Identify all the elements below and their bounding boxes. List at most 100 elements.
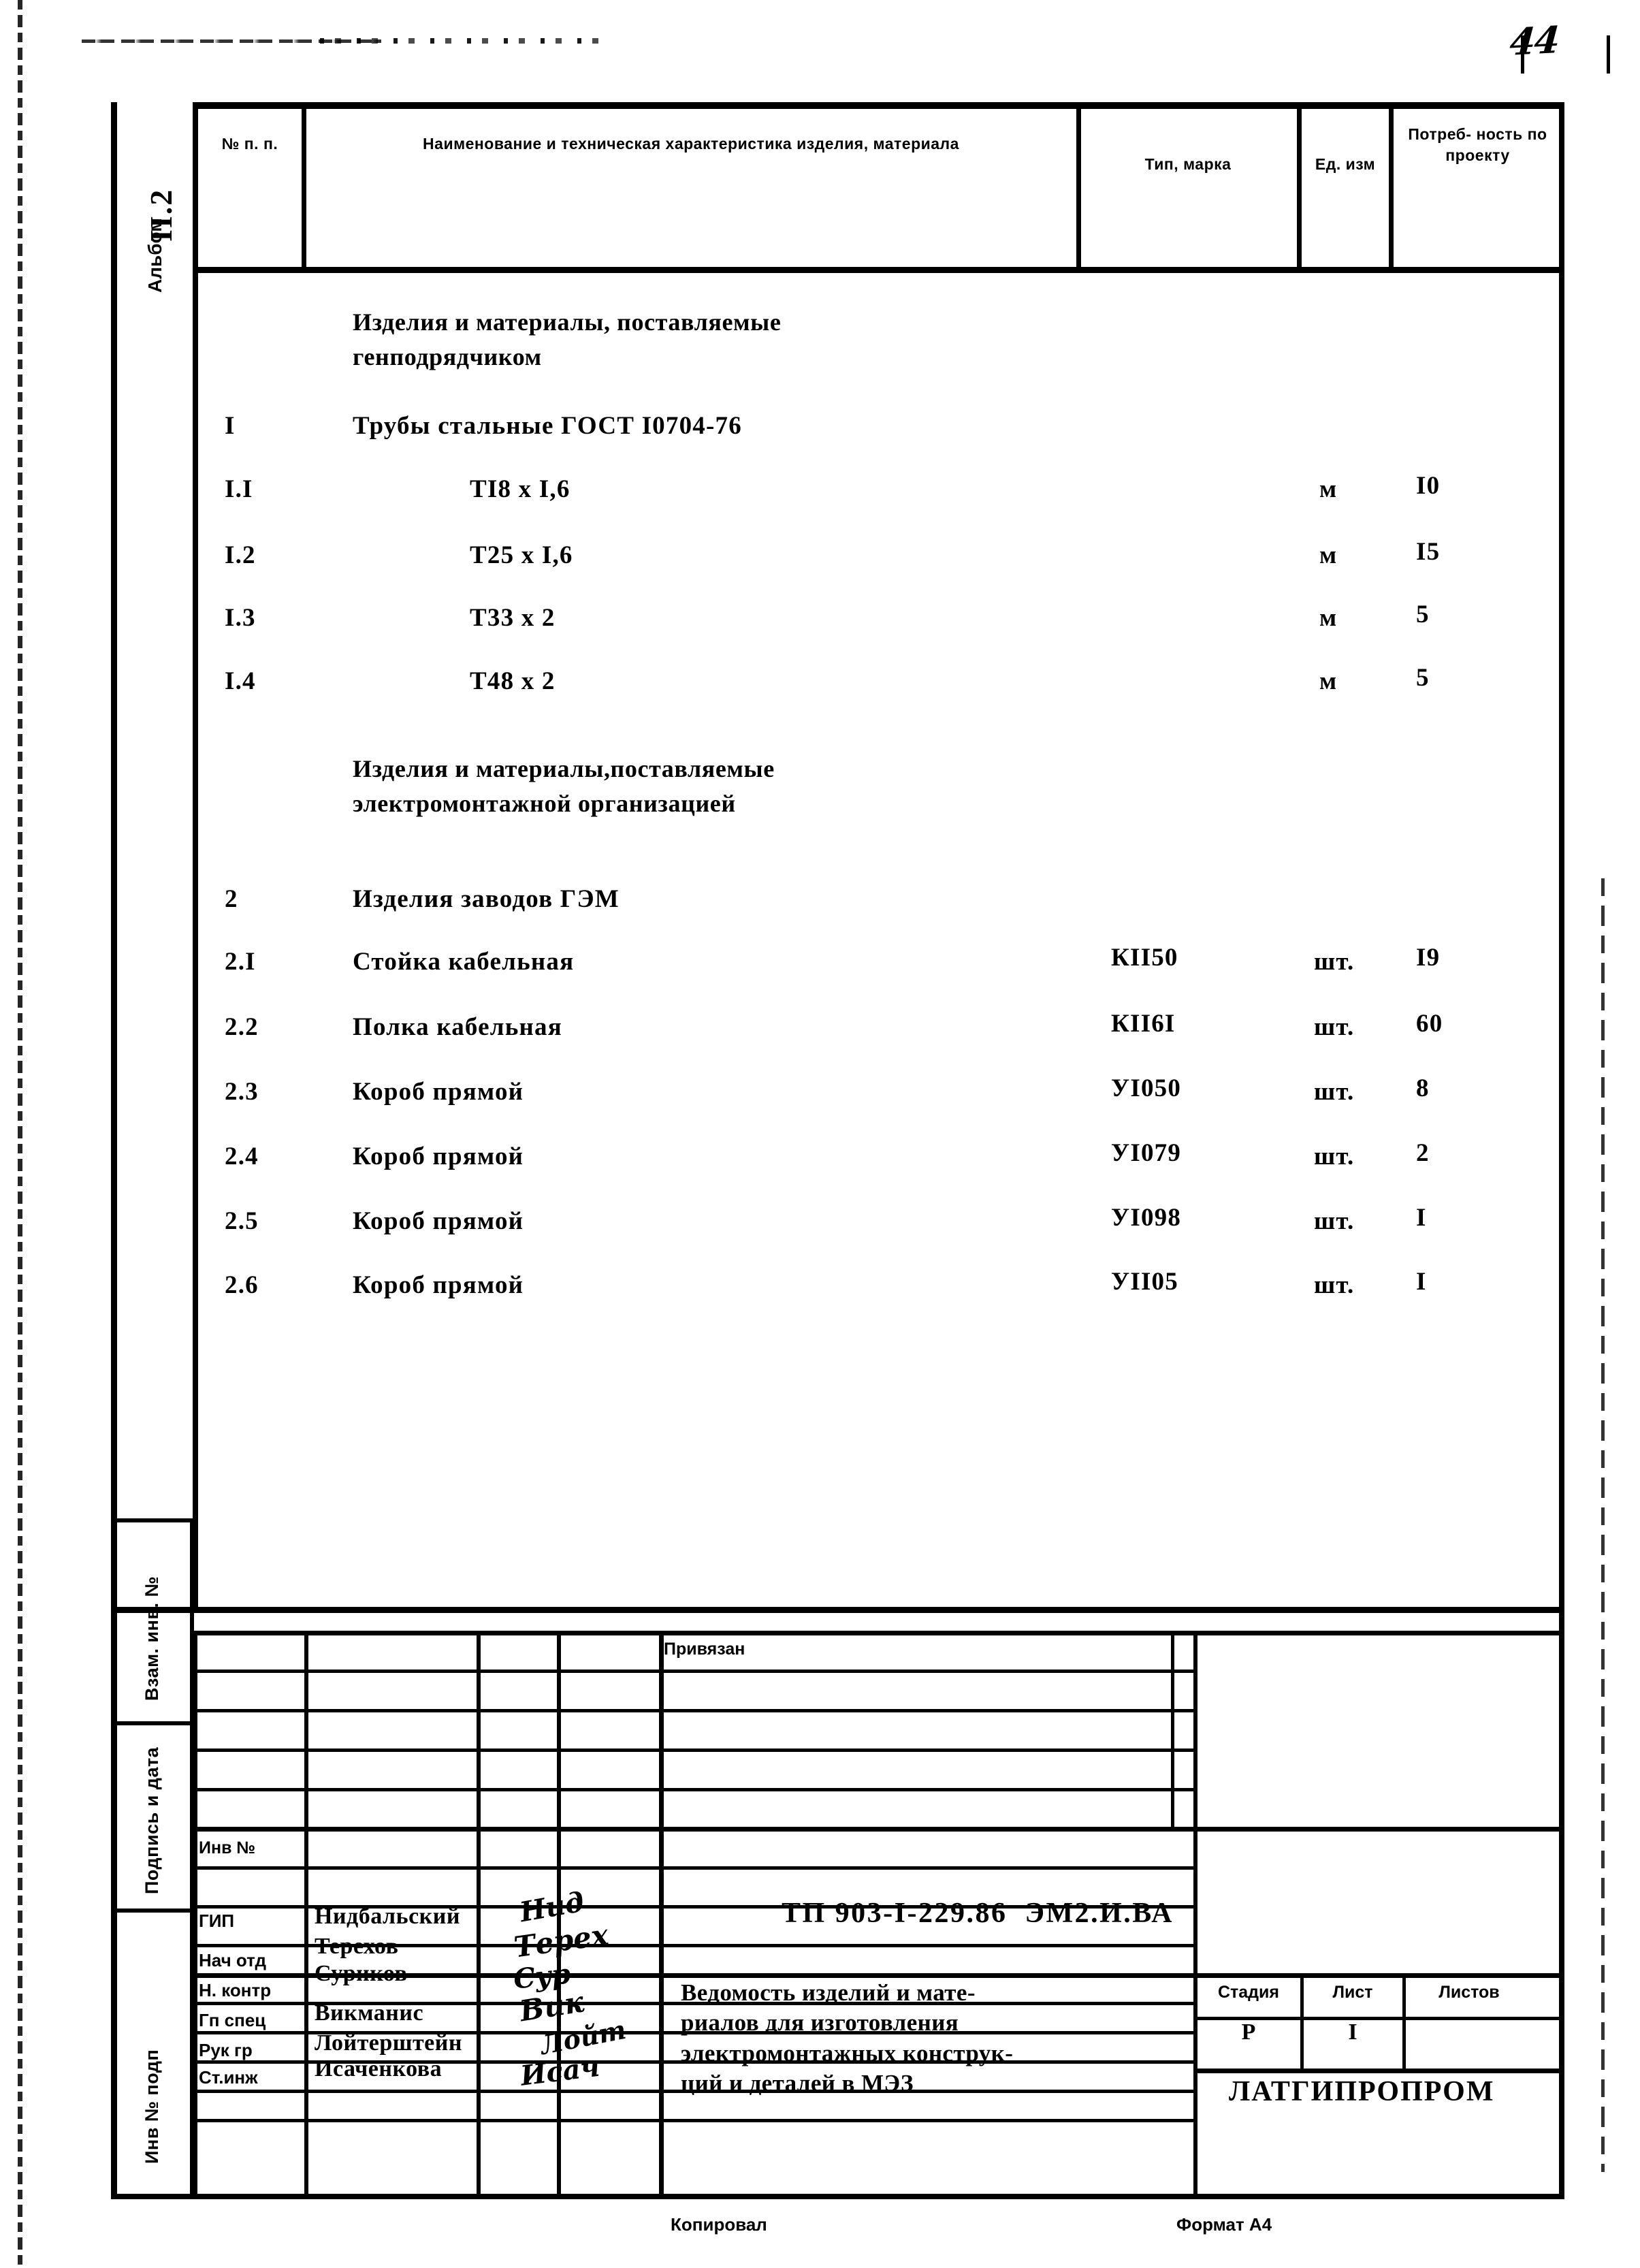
stamp-vrule-4 (659, 1631, 664, 2194)
sheet-value: I (1348, 2019, 1357, 2045)
table-row-qty: I (1416, 1268, 1427, 1296)
stamp-label-inv-no: Инв № (199, 1838, 256, 1857)
margin-cell-sep-2 (111, 1908, 194, 1913)
table-row-name: TI8 x I,6 (470, 475, 570, 503)
table-row-name: T48 x 2 (470, 667, 556, 695)
signature-name-3: Викманис (315, 2000, 424, 2026)
table-row-type: УII05 (1111, 1268, 1178, 1296)
table-row-no: 2 (225, 885, 238, 913)
signature-name-1: Терехов (315, 1934, 399, 1959)
table-row-qty: I0 (1416, 472, 1441, 500)
stamp-rule-6 (193, 1827, 1564, 1832)
table-row-unit: м (1319, 667, 1338, 695)
stamp-rule-2 (193, 1670, 1193, 1673)
table-row-qty: 2 (1416, 1139, 1430, 1167)
stamp-vrule-0 (193, 1631, 197, 2194)
stamp-rule-org (1193, 2069, 1564, 2073)
table-row-name: Стойка кабельная (353, 948, 575, 976)
table-row-no: 2.2 (225, 1013, 259, 1041)
table-row-no: I (225, 412, 236, 440)
album-word-label: Альбом (144, 218, 165, 293)
table-row-no: I.I (225, 475, 253, 503)
signature-name-0: Нидбальский (315, 1904, 460, 1929)
table-row: Изделия и материалы, поставляемые генпод… (353, 308, 782, 371)
table-row-no: 2.5 (225, 1207, 259, 1235)
signature-name-2: Суриков (315, 1961, 408, 1986)
table-album-strip-divider (193, 267, 198, 1607)
organization-name: ЛАТГИПРОПРОМ (1229, 2076, 1495, 2107)
table-row-name: T25 x I,6 (470, 541, 573, 569)
table-row-no: I.4 (225, 667, 256, 695)
table-row-unit: шт. (1314, 1207, 1355, 1235)
document-code: ТП 903-I-229.86 ЭМ2.И.ВА (782, 1898, 1174, 1929)
scan-edge-artifact-left (18, 0, 22, 2268)
sheet-label: Лист (1332, 1983, 1373, 2002)
stamp-vrule-privyazan (1171, 1631, 1174, 1827)
margin-strip-divider (111, 1518, 116, 2199)
table-row-no: I.3 (225, 604, 256, 632)
table-header-no: № п. п. (221, 135, 278, 153)
document-title: Ведомость изделий и мате- риалов для изг… (681, 1979, 1014, 2097)
table-row-unit: шт. (1314, 1013, 1355, 1041)
signature-role-3: Гп спец (199, 2010, 266, 2030)
table-border-bottom (111, 1607, 1564, 1613)
margin-label-podpis: Подпись и дата (142, 1746, 162, 1894)
table-col-sep-0 (193, 102, 198, 268)
table-row-name: T33 x 2 (470, 604, 556, 632)
signature-role-4: Рук гр (199, 2040, 253, 2060)
table-row-type: КII50 (1111, 944, 1178, 972)
stamp-label-privyazan: Привязан (664, 1640, 745, 1659)
stamp-vrule-2 (477, 1631, 481, 2194)
scan-edge-artifact-right (1601, 878, 1605, 2172)
stamp-rule-7 (193, 1866, 1193, 1870)
signature-role-5: Ст.инж (199, 2067, 258, 2088)
stamp-rule-4 (193, 1748, 1193, 1752)
frame-border-right (1559, 102, 1564, 2199)
signature-name-5: Исаченкова (315, 2056, 443, 2081)
stamp-rule-1 (193, 1631, 1564, 1635)
table-row: Изделия и материалы,поставляемые электро… (353, 755, 775, 818)
table-border-top (193, 102, 1564, 109)
table-row-qty: 5 (1416, 601, 1430, 628)
table-row-no: 2.4 (225, 1143, 259, 1170)
stamp-vrule-6 (1300, 1973, 1304, 2069)
table-row-unit: м (1319, 475, 1338, 503)
table-row-type: УI079 (1111, 1139, 1182, 1167)
table-row-name: Короб прямой (353, 1143, 524, 1170)
table-header-type: Тип, марка (1144, 155, 1232, 173)
signature-role-1: Нач отд (199, 1950, 267, 1970)
footer-format: Формат А4 (1176, 2214, 1272, 2235)
table-row-no: 2.6 (225, 1271, 259, 1299)
signature-autograph-5: Исач (519, 2050, 602, 2092)
table-header-unit: Ед. изм (1315, 155, 1376, 173)
stage-label: Стадия (1217, 1983, 1280, 2002)
table-row-name: Полка кабельная (353, 1013, 562, 1041)
margin-cell-sep-0 (111, 1518, 194, 1522)
stamp-rule-5 (193, 1788, 1193, 1791)
table-col-sep-3 (1297, 102, 1302, 268)
table-row-qty: 5 (1416, 664, 1430, 692)
table-col-sep-1 (302, 102, 306, 268)
table-row-qty: I (1416, 1204, 1427, 1232)
table-col-sep-4 (1389, 102, 1394, 268)
table-row-unit: шт. (1314, 948, 1355, 976)
table-row-type: УI098 (1111, 1204, 1182, 1232)
table-col-sep-2 (1076, 102, 1081, 268)
signature-name-4: Лойтерштейн (315, 2030, 462, 2056)
margin-cell-sep-1 (111, 1721, 194, 1725)
sheets-label: Листов (1438, 1983, 1500, 2002)
table-row-unit: шт. (1314, 1078, 1355, 1106)
signature-role-2: Н. контр (199, 1980, 272, 2000)
margin-label-inv-podp: Инв № подп (142, 2049, 162, 2164)
margin-label-vzam: Взам. инв. № (142, 1576, 162, 1701)
table-header-divider (193, 267, 1564, 273)
table-row-name: Короб прямой (353, 1207, 524, 1235)
table-row-unit: м (1319, 604, 1338, 632)
table-row-name: Трубы стальные ГОСТ I0704-76 (353, 412, 742, 440)
stage-value: Р (1241, 2019, 1256, 2045)
table-row-name: Короб прямой (353, 1271, 524, 1299)
table-row-name: Короб прямой (353, 1078, 524, 1106)
table-row-no: 2.3 (225, 1078, 259, 1106)
signature-role-0: ГИП (199, 1911, 235, 1931)
table-row-unit: м (1319, 541, 1338, 569)
